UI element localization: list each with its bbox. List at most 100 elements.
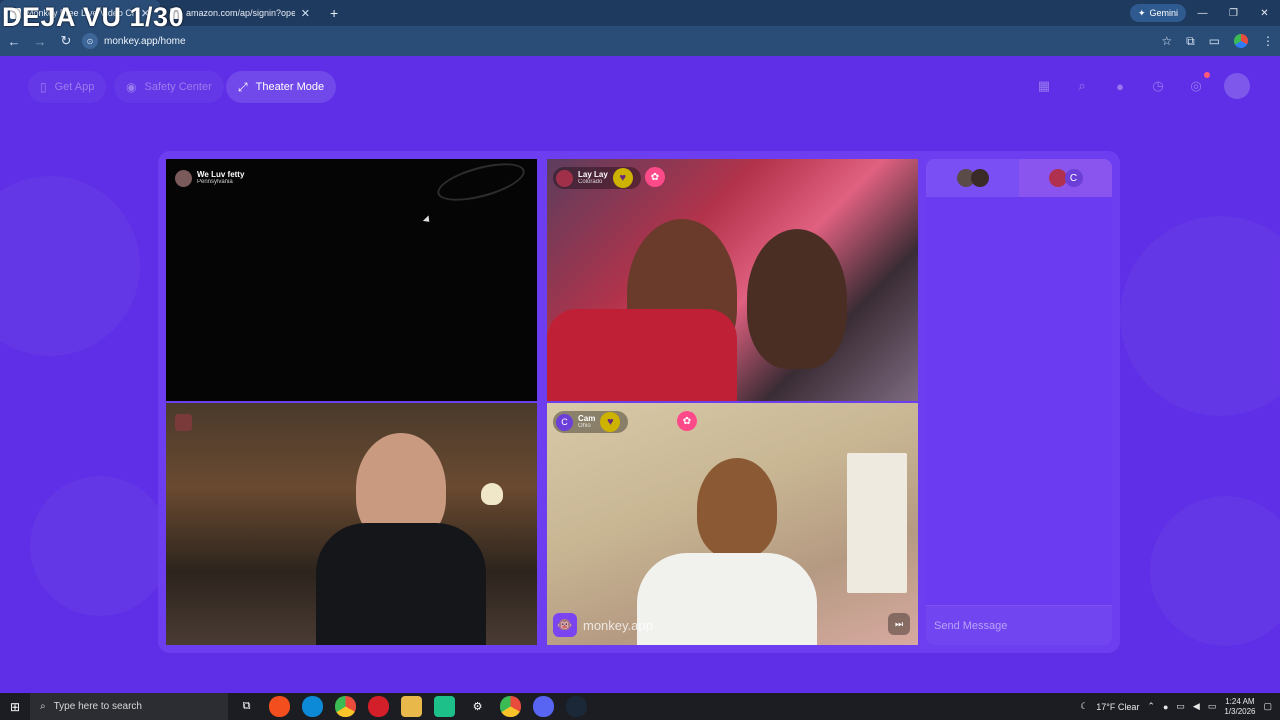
menu-dots-icon[interactable]: ⋮ (1262, 34, 1274, 48)
system-tray: ☾ 17°F Clear ⌃ ● ▭ ◀ ▭ 1:24 AM 1/3/2026 … (1080, 693, 1280, 720)
windows-start-icon[interactable]: ⊞ (0, 693, 30, 720)
background-pattern (1150, 496, 1280, 646)
safety-center-label: Safety Center (144, 81, 212, 93)
user-name: Cam (578, 414, 596, 423)
taskbar-apps: ⧉ ⚙ (236, 696, 587, 717)
user-avatar (970, 169, 989, 187)
browser-tab-bar: Monkey Free Live Video Chat | BULLY ✕ am… (0, 0, 1280, 26)
search-icon: ⌕ (40, 701, 46, 712)
clothing-shape (637, 553, 817, 645)
chrome-icon[interactable] (335, 696, 356, 717)
user-tag: Lay Lay Colorado ♥ (553, 167, 641, 189)
expand-icon: ⤢ (238, 79, 248, 94)
coin-icon[interactable]: ● (1110, 76, 1130, 96)
user-name: Lay Lay (578, 170, 608, 179)
background-pattern (30, 476, 170, 616)
heart-button[interactable]: ♥ (612, 168, 633, 188)
messages-icon[interactable]: ◎ (1186, 72, 1210, 96)
get-app-button[interactable]: ▯ Get App (28, 71, 107, 103)
minimize-icon[interactable]: — (1187, 0, 1218, 26)
close-tab-icon[interactable]: ✕ (301, 7, 310, 20)
address-bar: ← → ↻ ⊙ monkey.app/home (0, 26, 1280, 56)
settings-gear-icon[interactable]: ⚙ (467, 696, 488, 717)
taskbar-search[interactable]: ⌕ Type here to search (30, 693, 228, 720)
video-tile-1[interactable]: We Luv fetty Pennsylvania (166, 159, 537, 401)
new-tab-button[interactable]: + (320, 5, 348, 21)
cast-icon[interactable]: ▭ (1209, 34, 1220, 48)
bookmark-star-icon[interactable]: ☆ (1161, 34, 1172, 48)
extensions-icon[interactable]: ⧉ (1186, 34, 1195, 49)
clock[interactable]: 1:24 AM 1/3/2026 (1224, 697, 1255, 717)
search-icon[interactable]: ⌕ (1072, 76, 1092, 96)
send-message-input[interactable]: Send Message (926, 605, 1112, 645)
site-info-icon[interactable]: ⊙ (82, 33, 98, 49)
network-icon[interactable]: ▭ (1176, 701, 1185, 712)
chat-tab-group[interactable] (926, 159, 1019, 197)
video-stage: We Luv fetty Pennsylvania Lay Lay Colora… (158, 151, 1120, 653)
video-tile-4[interactable]: C Cam Ohio ♥ ✿ 🐵 monkey.app ⏭ (547, 403, 918, 645)
clock-date: 1/3/2026 (1224, 706, 1256, 716)
discord-icon[interactable] (533, 696, 554, 717)
top-right-icons: ▦ ⌕ ● ◷ ◎ (1034, 72, 1250, 99)
heart-button[interactable]: ♥ (600, 412, 621, 432)
user-name: We Luv fetty (197, 170, 245, 179)
gemini-button[interactable]: ✦ Gemini (1129, 4, 1186, 22)
gift-icon[interactable]: ✿ (645, 167, 665, 187)
user-location: Colorado (578, 179, 603, 185)
chrome-active-icon[interactable] (500, 696, 521, 717)
display-icon[interactable]: ▭ (1208, 701, 1217, 712)
user-location: Pennsylvania (197, 179, 233, 185)
steam-icon[interactable] (566, 696, 587, 717)
restore-icon[interactable]: ❐ (1218, 0, 1249, 26)
user-avatar (556, 169, 573, 187)
get-app-label: Get App (54, 81, 95, 93)
sparkle-icon: ✦ (1137, 7, 1146, 18)
microphone-icon[interactable]: ● (1163, 702, 1168, 712)
monkey-logo-icon: 🐵 (553, 613, 577, 637)
volume-icon[interactable]: ◀ (1193, 701, 1200, 712)
close-window-icon[interactable]: ✕ (1249, 0, 1280, 26)
chat-tabs: C (926, 159, 1112, 197)
clothing-shape (316, 523, 486, 645)
app-icon[interactable] (434, 696, 455, 717)
clothing-shape (547, 309, 737, 401)
weather-moon-icon: ☾ (1080, 701, 1089, 711)
theater-mode-button[interactable]: ⤢ Theater Mode (226, 71, 337, 103)
user-avatar (175, 413, 192, 431)
video-shape (433, 159, 529, 209)
search-placeholder: Type here to search (53, 701, 142, 712)
person-silhouette (697, 458, 777, 558)
edge-icon[interactable] (302, 696, 323, 717)
user-avatar: C (556, 413, 573, 431)
file-explorer-icon[interactable] (401, 696, 422, 717)
user-avatar[interactable] (1224, 73, 1250, 99)
background-pattern (0, 176, 140, 356)
watermark-text: monkey.app (583, 617, 653, 633)
user-location: Ohio (578, 423, 591, 429)
copilot-icon[interactable] (269, 696, 290, 717)
user-tag: C Cam Ohio ♥ (553, 411, 629, 433)
user-avatar (1048, 169, 1067, 187)
user-initial-avatar: C (1064, 169, 1083, 187)
chat-tab-private[interactable]: C (1019, 159, 1112, 197)
gemini-label: Gemini (1149, 8, 1178, 18)
opera-icon[interactable] (368, 696, 389, 717)
video-tile-3[interactable] (166, 403, 537, 645)
chat-panel: C Send Message (926, 159, 1112, 645)
tray-chevron-icon[interactable]: ⌃ (1147, 701, 1155, 712)
user-tag (172, 411, 200, 433)
gift-icon[interactable]: ✿ (677, 411, 697, 431)
user-avatar (175, 169, 192, 187)
store-icon[interactable]: ▦ (1034, 76, 1054, 96)
profile-avatar-icon[interactable] (1234, 34, 1248, 48)
lamp-light (481, 483, 503, 505)
weather-text[interactable]: 17°F Clear (1096, 702, 1139, 712)
video-tile-2[interactable]: Lay Lay Colorado ♥ ✿ (547, 159, 918, 401)
task-view-icon[interactable]: ⧉ (236, 696, 257, 717)
safety-center-button[interactable]: ◉ Safety Center (114, 71, 224, 103)
notifications-icon[interactable]: ▢ (1263, 701, 1272, 712)
history-icon[interactable]: ◷ (1148, 76, 1168, 96)
skip-icon[interactable]: ⏭ (888, 613, 910, 635)
clock-time: 1:24 AM (1225, 696, 1255, 706)
url-field[interactable]: ⊙ monkey.app/home (82, 30, 1102, 52)
